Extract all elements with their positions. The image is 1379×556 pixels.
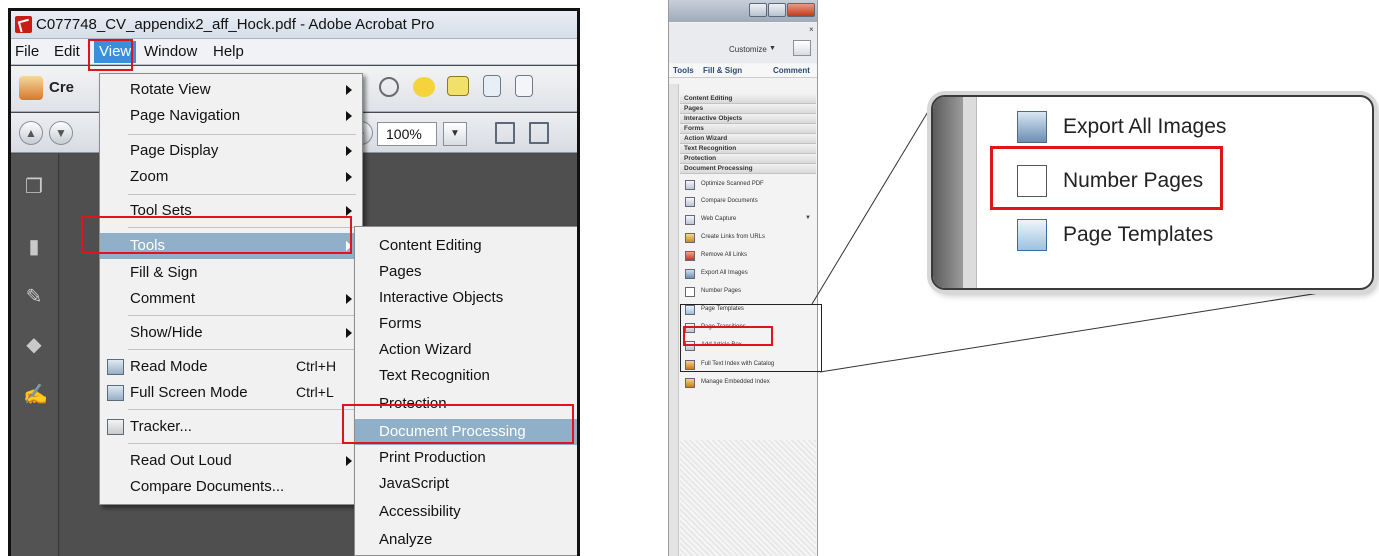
- callout-scroll-edge: [933, 97, 963, 288]
- connector-line-top: [811, 99, 936, 305]
- highlight-number-pages-large: [990, 146, 1223, 210]
- connector-line-bottom: [819, 284, 1371, 373]
- callout-item-label: Page Templates: [1063, 223, 1214, 246]
- export-images-icon: [1017, 111, 1047, 143]
- page-templates-icon: [1017, 219, 1047, 251]
- callout-item-label: Export All Images: [1063, 115, 1227, 138]
- callout-scroll-track: [963, 97, 977, 288]
